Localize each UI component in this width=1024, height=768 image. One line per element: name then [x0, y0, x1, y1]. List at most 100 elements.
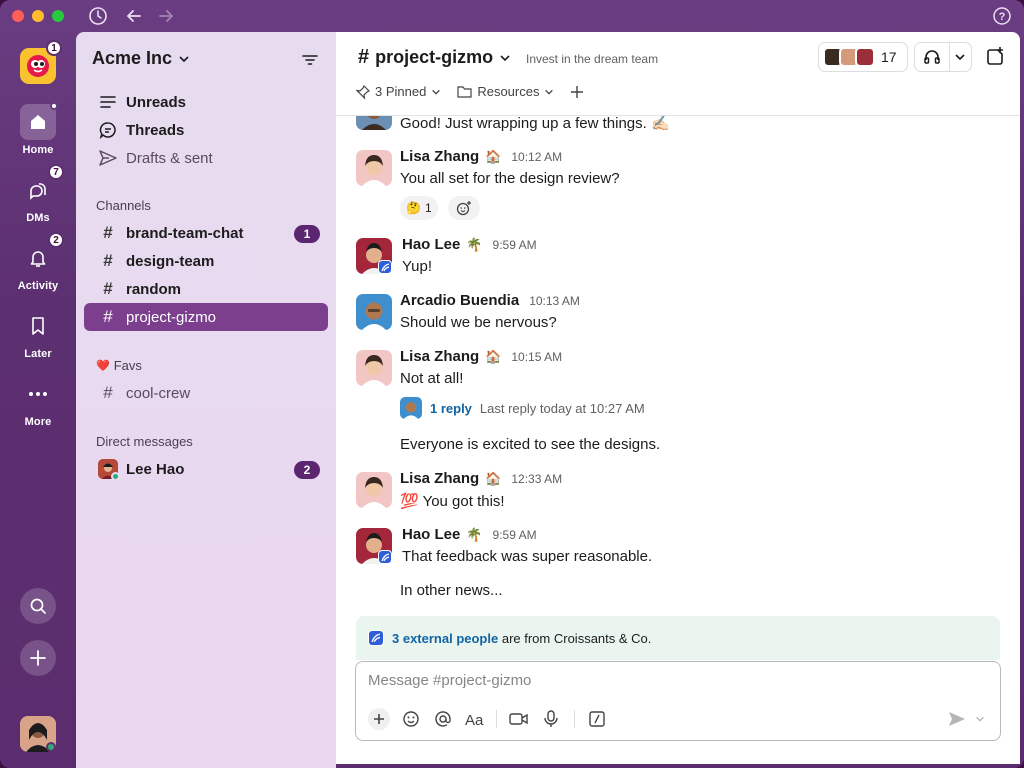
send-icon[interactable]	[946, 708, 968, 730]
avatar[interactable]	[356, 472, 392, 508]
sidebar-item-drafts[interactable]: Drafts & sent	[84, 144, 328, 172]
avatar[interactable]	[356, 350, 392, 386]
avatar	[98, 459, 120, 481]
message-time[interactable]: 9:59 AM	[493, 238, 537, 252]
channel-name: project-gizmo	[126, 308, 217, 326]
author-name: Lisa Zhang	[400, 148, 480, 165]
sidebar-channel-design-team[interactable]: # design-team	[84, 247, 328, 275]
sidebar-channel-random[interactable]: # random	[84, 275, 328, 303]
avatar	[400, 397, 422, 419]
resources-button[interactable]: Resources	[457, 84, 554, 99]
back-arrow-icon[interactable]	[124, 6, 144, 26]
message-time[interactable]: 12:33 AM	[511, 472, 562, 486]
plus-icon	[571, 85, 584, 98]
external-people-link[interactable]: 3 external people	[392, 631, 498, 646]
add-reaction-button[interactable]	[448, 196, 480, 220]
threads-icon	[98, 121, 118, 139]
unread-badge: 2	[294, 461, 320, 479]
sidebar-dm-lee-hao[interactable]: Lee Hao 2	[84, 455, 328, 483]
dm-section-header[interactable]: Direct messages	[96, 434, 193, 449]
channel-name: design-team	[126, 252, 215, 270]
message-text: Good! Just wrapping up a few things. ✍🏻	[400, 116, 670, 132]
message-author[interactable]: Hao Lee 🌴 9:59 AM	[402, 526, 537, 543]
rail-item-later[interactable]: Later	[0, 308, 76, 360]
workspace-switcher[interactable]: 1	[20, 40, 62, 84]
members-button[interactable]: 17	[818, 42, 908, 72]
minimize-window-button[interactable]	[32, 10, 44, 22]
message-list: Good! Just wrapping up a few things. ✍🏻 …	[336, 116, 1020, 616]
headphones-icon[interactable]	[915, 43, 950, 71]
thinking-emoji: 🤔	[406, 201, 421, 215]
message-author[interactable]: Hao Lee 🌴 9:59 AM	[402, 236, 537, 253]
close-window-button[interactable]	[12, 10, 24, 22]
message-text: Not at all!	[400, 370, 464, 387]
member-count: 17	[881, 49, 897, 65]
channel-name-button[interactable]: # project-gizmo	[358, 46, 511, 69]
maximize-window-button[interactable]	[52, 10, 64, 22]
plus-icon[interactable]	[368, 708, 390, 730]
author-name: Arcadio Buendia	[400, 292, 520, 309]
favs-section-header[interactable]: ❤️ Favs	[96, 358, 142, 373]
rail-item-activity[interactable]: 2 Activity	[0, 232, 76, 292]
section-label: Direct messages	[96, 434, 193, 449]
huddle-button[interactable]	[914, 42, 972, 72]
canvas-icon[interactable]	[980, 42, 1010, 72]
message-time[interactable]: 10:13 AM	[529, 294, 580, 308]
status-emoji: 🌴	[466, 236, 483, 252]
workspace-name-button[interactable]: Acme Inc	[92, 48, 190, 69]
message-author[interactable]: Arcadio Buendia 10:13 AM	[400, 292, 580, 309]
unreads-icon	[98, 95, 118, 109]
sidebar-channel-cool-crew[interactable]: # cool-crew	[84, 379, 328, 407]
channel-topic[interactable]: Invest in the dream team	[526, 52, 658, 66]
filter-icon[interactable]	[300, 50, 320, 70]
mention-icon[interactable]	[432, 708, 454, 730]
more-icon	[29, 392, 47, 396]
channel-view: # project-gizmo Invest in the dream team…	[336, 32, 1020, 764]
message-input[interactable]	[368, 672, 968, 689]
status-emoji: 🏠	[485, 348, 502, 364]
avatar[interactable]	[356, 150, 392, 186]
channel-name: cool-crew	[126, 384, 191, 402]
create-new-button[interactable]	[20, 640, 56, 676]
rail-item-home[interactable]: Home	[0, 102, 76, 156]
thread-replies[interactable]: 1 reply Last reply today at 10:27 AM	[400, 397, 645, 419]
sidebar-item-threads[interactable]: Threads	[84, 116, 328, 144]
message-author[interactable]: Lisa Zhang 🏠 12:33 AM	[400, 470, 562, 487]
sidebar-item-label: Drafts & sent	[126, 149, 213, 167]
chevron-down-icon[interactable]	[972, 708, 988, 730]
reaction-pill[interactable]: 🤔 1	[400, 196, 438, 220]
chevron-down-icon[interactable]	[950, 43, 971, 71]
sidebar-item-unreads[interactable]: Unreads	[84, 88, 328, 116]
hash-icon: #	[103, 307, 113, 326]
heart-icon: ❤️	[96, 360, 110, 372]
channels-section-header[interactable]: Channels	[96, 198, 151, 213]
emoji-icon[interactable]	[400, 708, 422, 730]
message-author[interactable]: Lisa Zhang 🏠 10:12 AM	[400, 148, 562, 165]
pinned-button[interactable]: 3 Pinned	[356, 84, 441, 99]
thread-reply-count[interactable]: 1 reply	[430, 401, 472, 416]
slack-window: ? 1 Home 7 DMs 2 Activity Later More Acm…	[0, 0, 1024, 768]
rail-item-more[interactable]: More	[0, 376, 76, 428]
avatar[interactable]	[356, 294, 392, 330]
message-time[interactable]: 10:15 AM	[511, 350, 562, 364]
video-icon[interactable]	[508, 708, 530, 730]
help-icon[interactable]: ?	[992, 6, 1012, 26]
add-bookmark-button[interactable]	[570, 85, 584, 99]
slash-icon[interactable]	[586, 708, 608, 730]
message-time[interactable]: 9:59 AM	[493, 528, 537, 542]
chevron-down-icon	[432, 89, 441, 95]
message-author[interactable]: Lisa Zhang 🏠 10:15 AM	[400, 348, 562, 365]
mic-icon[interactable]	[540, 708, 562, 730]
message-time[interactable]: 10:12 AM	[511, 150, 562, 164]
history-icon[interactable]	[88, 6, 108, 26]
rail-item-dms[interactable]: 7 DMs	[0, 164, 76, 224]
sidebar-channel-brand-team-chat[interactable]: # brand-team-chat 1	[84, 219, 328, 247]
format-icon[interactable]: Aa	[464, 708, 488, 730]
forward-arrow-icon[interactable]	[156, 6, 176, 26]
rail-label-later: Later	[24, 348, 52, 360]
status-emoji: 🏠	[485, 470, 502, 486]
banner-text: are from Croissants & Co.	[501, 630, 652, 646]
search-button[interactable]	[20, 588, 56, 624]
author-name: Lisa Zhang	[400, 470, 480, 487]
sidebar-channel-project-gizmo[interactable]: # project-gizmo	[84, 303, 328, 331]
